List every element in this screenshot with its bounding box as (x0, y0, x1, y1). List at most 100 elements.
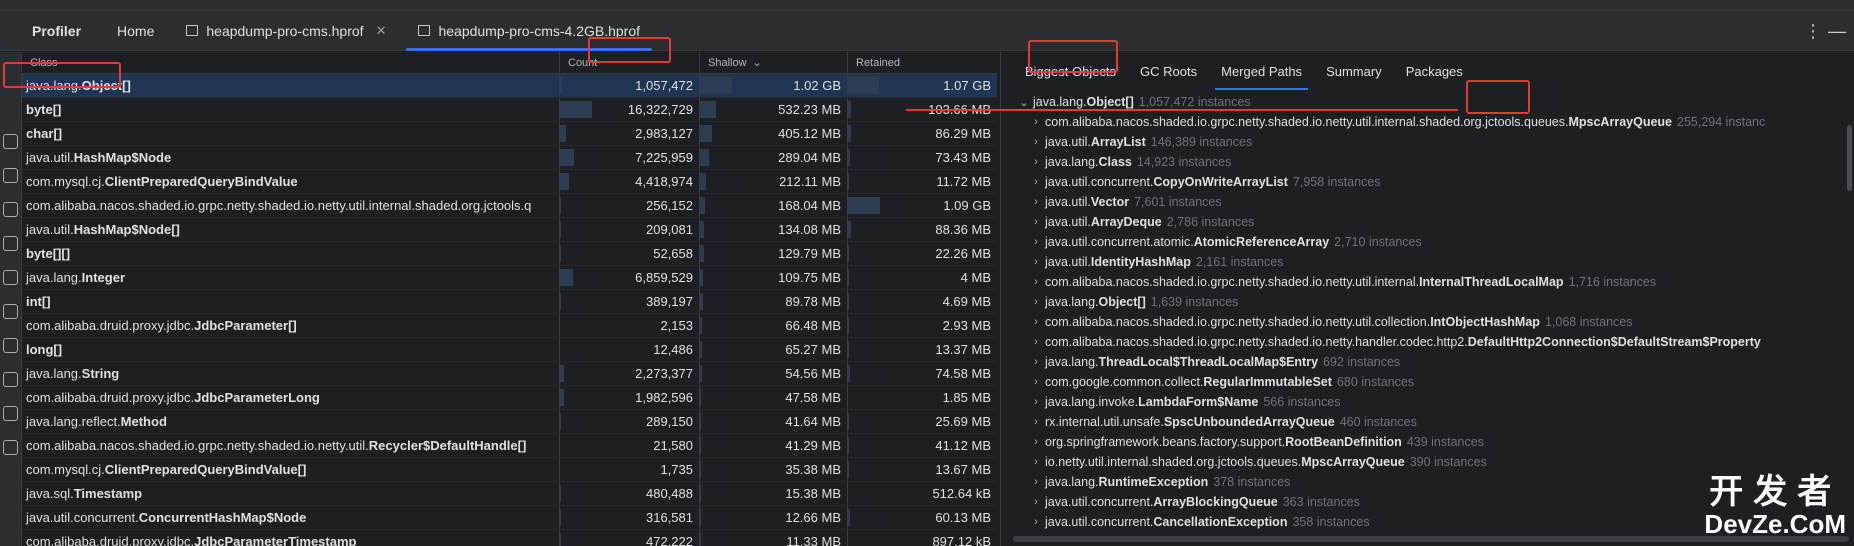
tool-icon-8[interactable] (3, 372, 18, 387)
shallow-cell: 11.33 MB (700, 530, 848, 546)
chevron-right-icon[interactable]: › (1027, 476, 1045, 488)
table-row[interactable]: int[] 389,197 89.78 MB 4.69 MB (22, 290, 997, 314)
close-icon[interactable]: ✕ (376, 23, 387, 39)
table-row[interactable]: java.sql. Timestamp 480,488 15.38 MB 512.64 … (22, 482, 997, 506)
tool-icon-6[interactable] (3, 304, 18, 319)
tree-item-package: com.alibaba.nacos.shaded.io.grpc.netty.s… (1045, 335, 1468, 349)
chevron-right-icon[interactable]: › (1027, 116, 1045, 128)
class-simple-name: Method (120, 414, 167, 429)
count-cell: 1,982,596 (560, 386, 700, 409)
chevron-right-icon[interactable]: › (1027, 516, 1045, 528)
chevron-right-icon[interactable]: › (1027, 296, 1045, 308)
shallow-cell: 134.08 MB (700, 218, 848, 241)
tool-icon-5[interactable] (3, 270, 18, 285)
tree-item[interactable]: › com.alibaba.nacos.shaded.io.grpc.netty.… (1001, 312, 1854, 332)
shallow-value: 65.27 MB (785, 342, 841, 357)
tab-packages[interactable]: Packages (1394, 52, 1475, 90)
table-row[interactable]: byte[][] 52,658 129.79 MB 22.26 MB (22, 242, 997, 266)
minimize-icon[interactable]: — (1828, 11, 1846, 51)
tree-item[interactable]: › com.alibaba.nacos.shaded.io.grpc.netty.… (1001, 332, 1854, 352)
tab-heapdump-pro-cms[interactable]: heapdump-pro-cms.hprof ✕ (170, 11, 402, 51)
tab-gc-roots[interactable]: GC Roots (1128, 52, 1209, 90)
tool-icon-9[interactable] (3, 406, 18, 421)
chevron-right-icon[interactable]: › (1027, 356, 1045, 368)
tree-item[interactable]: › java.util. IdentityHashMap 2,161 instance… (1001, 252, 1854, 272)
tree-item[interactable]: › rx.internal.util.unsafe. SpscUnboundedAr… (1001, 412, 1854, 432)
more-options-icon[interactable]: ⋮ (1804, 11, 1822, 51)
table-row[interactable]: com.alibaba.nacos.shaded.io.grpc.netty.s… (22, 194, 997, 218)
tree-item[interactable]: › java.util. ArrayList 146,389 instances (1001, 132, 1854, 152)
tree-item-count: 358 instances (1292, 515, 1370, 529)
table-row[interactable]: java.lang. Object[] 1,057,472 1.02 GB 1.07 G… (22, 74, 997, 98)
count-value: 16,322,729 (627, 102, 693, 117)
class-simple-name: ClientPreparedQueryBindValue (104, 174, 298, 189)
tree-item[interactable]: › java.util. Vector 7,601 instances (1001, 192, 1854, 212)
tool-icon-2[interactable] (3, 168, 18, 183)
chevron-right-icon[interactable]: › (1027, 236, 1045, 248)
tree-item[interactable]: › com.google.common.collect. RegularImmuta… (1001, 372, 1854, 392)
tool-icon-1[interactable] (3, 134, 18, 149)
chevron-right-icon[interactable]: › (1027, 276, 1045, 288)
table-row[interactable]: long[] 12,486 65.27 MB 13.37 MB (22, 338, 997, 362)
tool-icon-7[interactable] (3, 338, 18, 353)
tool-icon-10[interactable] (3, 440, 18, 455)
chevron-down-icon[interactable]: ⌄ (1015, 96, 1033, 109)
tree-item[interactable]: › org.springframework.beans.factory.suppo… (1001, 432, 1854, 452)
chevron-right-icon[interactable]: › (1027, 496, 1045, 508)
table-row[interactable]: char[] 2,983,127 405.12 MB 86.29 MB (22, 122, 997, 146)
tree-item[interactable]: › io.netty.util.internal.shaded.org.jctoo… (1001, 452, 1854, 472)
chevron-right-icon[interactable]: › (1027, 456, 1045, 468)
tree-item[interactable]: › java.lang.invoke. LambdaForm$Name 566 ins… (1001, 392, 1854, 412)
table-row[interactable]: java.lang. Integer 6,859,529 109.75 MB 4 MB (22, 266, 997, 290)
table-row[interactable]: com.mysql.cj. ClientPreparedQueryBindValu… (22, 170, 997, 194)
tree-item[interactable]: › com.alibaba.nacos.shaded.io.grpc.netty.… (1001, 272, 1854, 292)
chevron-right-icon[interactable]: › (1027, 376, 1045, 388)
table-row[interactable]: java.lang.reflect. Method 289,150 41.64 MB 2… (22, 410, 997, 434)
chevron-right-icon[interactable]: › (1027, 156, 1045, 168)
chevron-right-icon[interactable]: › (1027, 436, 1045, 448)
vertical-scrollbar[interactable] (1847, 125, 1852, 191)
table-row[interactable]: com.alibaba.druid.proxy.jdbc. JdbcParamet… (22, 530, 997, 546)
table-row[interactable]: com.alibaba.druid.proxy.jdbc. JdbcParamet… (22, 386, 997, 410)
chevron-right-icon[interactable]: › (1027, 136, 1045, 148)
retained-cell: 1.85 MB (848, 386, 997, 409)
tool-icon-4[interactable] (3, 236, 18, 251)
tree-item-class: ArrayBlockingQueue (1153, 495, 1278, 509)
tree-item-class: InternalThreadLocalMap (1419, 275, 1564, 289)
chevron-right-icon[interactable]: › (1027, 416, 1045, 428)
table-row[interactable]: com.mysql.cj. ClientPreparedQueryBindValu… (22, 458, 997, 482)
chevron-right-icon[interactable]: › (1027, 196, 1045, 208)
chevron-right-icon[interactable]: › (1027, 176, 1045, 188)
tab-home[interactable]: Home (101, 11, 170, 51)
column-shallow[interactable]: Shallow ⌄ (700, 52, 848, 73)
table-row[interactable]: com.alibaba.druid.proxy.jdbc. JdbcParamet… (22, 314, 997, 338)
class-simple-name: JdbcParameter[] (194, 318, 297, 333)
table-row[interactable]: java.lang. String 2,273,377 54.56 MB 74.58 M… (22, 362, 997, 386)
tree-item[interactable]: › java.util.concurrent.atomic. AtomicRefer… (1001, 232, 1854, 252)
table-row[interactable]: java.util. HashMap$Node[] 209,081 134.08 MB… (22, 218, 997, 242)
tab-merged-paths[interactable]: Merged Paths (1209, 52, 1314, 90)
table-row[interactable]: com.alibaba.nacos.shaded.io.grpc.netty.s… (22, 434, 997, 458)
tree-item[interactable]: › java.lang. Object[] 1,639 instances (1001, 292, 1854, 312)
shallow-value: 41.29 MB (785, 438, 841, 453)
column-retained[interactable]: Retained (848, 52, 997, 73)
tree-item[interactable]: › java.lang. Class 14,923 instances (1001, 152, 1854, 172)
table-row[interactable]: java.util. HashMap$Node 7,225,959 289.04 MB… (22, 146, 997, 170)
tree-item[interactable]: › java.util. ArrayDeque 2,786 instances (1001, 212, 1854, 232)
tab-summary[interactable]: Summary (1314, 52, 1394, 90)
chevron-right-icon[interactable]: › (1027, 396, 1045, 408)
tool-icon-3[interactable] (3, 202, 18, 217)
table-row[interactable]: java.util.concurrent. ConcurrentHashMap$N… (22, 506, 997, 530)
chevron-right-icon[interactable]: › (1027, 216, 1045, 228)
chevron-right-icon[interactable]: › (1027, 336, 1045, 348)
table-row[interactable]: byte[] 16,322,729 532.23 MB 103.66 MB (22, 98, 997, 122)
tree-item[interactable]: › com.alibaba.nacos.shaded.io.grpc.netty.… (1001, 112, 1854, 132)
retained-value: 88.36 MB (935, 222, 991, 237)
count-value: 480,488 (646, 486, 693, 501)
chevron-right-icon[interactable]: › (1027, 316, 1045, 328)
tab-label: heapdump-pro-cms.hprof (206, 22, 364, 39)
annotation-box-shallow (588, 37, 671, 63)
chevron-right-icon[interactable]: › (1027, 256, 1045, 268)
tree-item[interactable]: › java.util.concurrent. CopyOnWriteArrayLi… (1001, 172, 1854, 192)
tree-item[interactable]: › java.lang. ThreadLocal$ThreadLocalMap$En… (1001, 352, 1854, 372)
